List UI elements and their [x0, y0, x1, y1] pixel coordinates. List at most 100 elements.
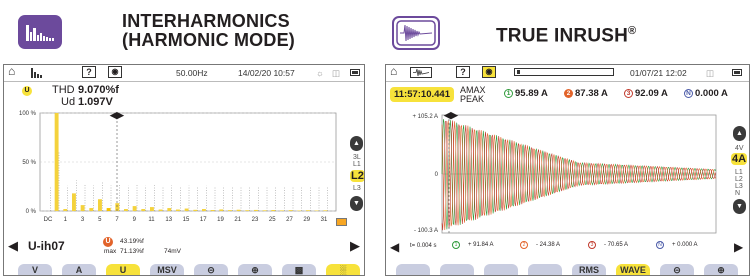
softkey-8[interactable]: ⊕ [704, 264, 738, 275]
softkey-a[interactable]: A [62, 264, 96, 275]
softkey-7[interactable]: ⊝ [660, 264, 694, 275]
status-bar: ⌂ ? ◉ 50.00Hz 14/02/20 10:57 ☼ ◫ [4, 65, 364, 82]
peak-label: PEAK [460, 94, 485, 104]
channel-option-l2[interactable]: L2 [735, 176, 743, 183]
softkey-u[interactable]: U [106, 264, 140, 275]
x-tick-label: 29 [303, 217, 310, 223]
channel-option-l1[interactable]: L1 [735, 169, 743, 176]
harmonic-bar [141, 209, 146, 211]
x-tick-label: 13 [165, 217, 172, 223]
plus-circle-icon: ⊕ [251, 265, 259, 275]
phase-number-badge: 2 [520, 241, 528, 249]
x-tick-label: 23 [252, 217, 259, 223]
y-tick-label: 0 [435, 172, 439, 178]
interharmonics-chart: 0 %50 %100 %DC 1 3 5 7 9 11 13 15 17 19 21 23 25 27 29 3… [19, 111, 337, 223]
phase-option-l3[interactable]: L3 [353, 185, 361, 192]
inrush-waveform-chart: + 105.2 A 0 - 100.3 A [412, 114, 717, 234]
help-icon[interactable]: ? [456, 66, 470, 78]
x-tick-label: 1 [64, 217, 68, 223]
waveform-icon [396, 20, 436, 46]
next-harmonic-button[interactable]: ▶ [350, 238, 360, 254]
cursor-marker[interactable]: ◀▶ [110, 110, 124, 121]
cursor-value: 1 + 91.84 A [452, 241, 494, 249]
softkey-4[interactable] [528, 264, 562, 275]
softkey-bar: V A U MSV ⊝ ⊕ ▩ ░ [4, 263, 364, 275]
harmonic-bar [106, 208, 111, 211]
channel-option-n[interactable]: N [735, 190, 740, 197]
harmonic-bar [80, 205, 85, 211]
channel-up-button[interactable]: ▲ [733, 126, 746, 141]
softkey-2[interactable] [440, 264, 474, 275]
thd-value: 9.070%f [78, 84, 119, 96]
next-cursor-button[interactable]: ▶ [734, 240, 743, 254]
x-tick-label: 5 [98, 217, 102, 223]
home-icon[interactable]: ⌂ [8, 65, 15, 77]
help-icon[interactable]: ? [82, 66, 96, 78]
channel-option-l3[interactable]: L3 [735, 183, 743, 190]
peak-value: 3 92.09 A [624, 88, 668, 99]
y-tick-label: + 105.2 A [412, 114, 438, 120]
camera-icon[interactable]: ◉ [482, 66, 496, 78]
softkey-wave[interactable]: WAVE [616, 264, 650, 275]
harmonic-bar [184, 208, 189, 211]
datetime-readout: 01/07/21 12:02 [630, 68, 687, 78]
softkey-8[interactable]: ░ [326, 264, 360, 275]
x-tick-label: 9 [133, 217, 137, 223]
cursor-time: t= 0.004 s [410, 243, 437, 249]
harmonic-bar [54, 113, 59, 211]
harmonic-bar [98, 199, 102, 211]
x-tick-label: 15 [183, 217, 190, 223]
softkey-7[interactable]: ▩ [282, 264, 316, 275]
y-tick-label: 0 % [26, 209, 37, 215]
softkey-msv[interactable]: MSV [150, 264, 184, 275]
phase-number-badge: 2 [564, 89, 573, 98]
bars-icon: ░ [339, 265, 347, 275]
softkey-6[interactable]: ⊕ [238, 264, 272, 275]
cursor-values: 1 + 91.84 A 2 - 24.38 A 3 - 70.65 A N + 0.000 A [452, 241, 722, 251]
scroll-right-icon[interactable] [336, 218, 347, 226]
channel-down-button[interactable]: ▼ [733, 199, 746, 214]
camera-icon[interactable]: ◉ [108, 66, 122, 78]
phase-up-button[interactable]: ▲ [350, 136, 363, 151]
cursor-marker[interactable]: ◀▶ [444, 110, 458, 121]
ud-label: Ud [61, 96, 76, 108]
registered-mark: ® [628, 25, 637, 37]
phase-down-button[interactable]: ▼ [350, 196, 363, 211]
harmonic-bar [280, 210, 284, 211]
network-icon: ◫ [332, 68, 341, 78]
softkey-v[interactable]: V [18, 264, 52, 275]
x-tick-label: 31 [321, 217, 328, 223]
home-icon[interactable]: ⌂ [390, 65, 397, 77]
inrush-mode-icon[interactable] [410, 67, 432, 81]
battery-icon [350, 67, 361, 79]
harmonic-bar [193, 209, 198, 211]
x-tick-label: 27 [286, 217, 293, 223]
softkey-rms[interactable]: RMS [572, 264, 606, 275]
channel-option-4a-selected[interactable]: 4A [731, 153, 748, 165]
interharmonics-title: INTERHARMONICS (HARMONIC MODE) [122, 12, 295, 50]
softkey-1[interactable] [396, 264, 430, 275]
harmonic-bar [150, 207, 154, 211]
harmonic-bar [228, 210, 232, 211]
softkey-3[interactable] [484, 264, 518, 275]
memory-bar-fill [517, 70, 520, 74]
phase-option-l1[interactable]: L1 [353, 161, 361, 168]
phase-number-badge: 1 [452, 241, 460, 249]
harmonic-bar [323, 210, 328, 211]
status-bar-inrush: ⌂ ? ◉ 01/07/21 12:02 ◫ [386, 65, 749, 82]
x-tick-label: 11 [148, 217, 155, 223]
phase-option-3l[interactable]: 3L [353, 154, 361, 161]
cursor-current: + 0.000 A [672, 242, 698, 248]
harmonic-mode-icon[interactable] [30, 67, 44, 81]
prev-harmonic-button[interactable]: ◀ [8, 238, 18, 254]
harmonic-bar [167, 208, 172, 211]
phase-number-badge: N [684, 89, 693, 98]
softkey-5[interactable]: ⊝ [194, 264, 228, 275]
phase-option-l2-selected[interactable]: L2 [350, 170, 364, 182]
battery-glyph [732, 69, 742, 76]
prev-cursor-button[interactable]: ◀ [390, 240, 399, 254]
cursor-value: N + 0.000 A [656, 241, 698, 249]
channel-badge: U [103, 237, 113, 247]
ud-value: 1.097V [78, 96, 113, 108]
channel-option-4v[interactable]: 4V [735, 145, 744, 152]
